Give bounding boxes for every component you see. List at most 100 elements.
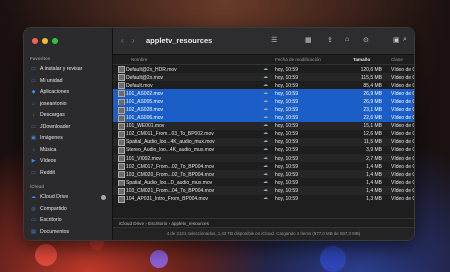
icloud-status-icon: ☁ [263,73,268,80]
file-date: hoy, 10:59 [275,74,298,81]
file-row[interactable]: Stereo_Audio_loo...4K_audio_mux.mov ☁ hoy,… [113,146,414,155]
file-date: hoy, 10:59 [275,106,298,113]
zoom-button[interactable] [52,38,58,44]
list-view-icon[interactable]: ☰ [271,36,277,44]
folder-icon: ▭ [31,123,36,130]
file-date: hoy, 10:59 [275,139,298,146]
file-kind: Vídeo de QT [391,196,414,202]
file-name: Spatial_Audio_loo...D_audio_mux.mov [126,179,213,186]
color-tag-icon[interactable]: ▣ [393,36,400,44]
video-file-icon [118,195,125,203]
file-size: 26,9 MB [363,90,382,97]
sidebar-item-label: JDownloader [40,123,71,130]
file-name: Default.mov [126,82,153,89]
file-kind: Vídeo de QT [391,155,414,162]
sidebar-item-escritorio[interactable]: ▭ Escritorio [30,215,108,225]
close-button[interactable] [32,38,38,44]
document-icon: ▤ [31,228,36,235]
share-icon[interactable]: ⇪ [327,36,333,44]
icloud-status-icon: ☁ [263,138,268,145]
sidebar-item-label: A instalar y revisar [40,66,83,72]
file-name: Default@2x.mov [126,74,164,81]
sidebar-item-icloud-drive[interactable]: ☁ iCloud Drive [30,192,108,202]
column-name[interactable]: Nombre [131,57,147,62]
file-row[interactable]: 102_CM017_From...02_To_BP004.mov ☁ hoy, 10… [113,162,414,171]
sidebar-item-aplicaciones[interactable]: ◆ Aplicaciones [30,87,108,97]
group-icon[interactable]: ▦ [305,36,312,44]
column-kind[interactable]: Clase [391,57,403,62]
sidebar-item-vídeos[interactable]: ▶ Vídeos [30,156,108,166]
file-row[interactable]: Default.mov ☁ hoy, 10:59 85,4 MB Vídeo de QT [113,81,414,90]
file-kind: Vídeo de QT [391,90,414,97]
file-kind: Vídeo de QT [391,171,414,178]
more-actions-icon[interactable]: ⊙ [363,36,369,44]
icloud-status-icon: ☁ [263,130,268,137]
sidebar-item-compartido[interactable]: ◎ Compartido [30,204,108,214]
download-icon: ↓ [32,112,35,118]
sidebar-item-mi-unidad[interactable]: ▭ Mi unidad [30,76,108,86]
file-name: Spatial_Audio_loo...4K_audio_mux.mov [126,139,215,146]
file-size: 120,6 MB [360,66,382,73]
sidebar-item-label: Imágenes [40,135,63,141]
file-row[interactable]: 103_CM020_From...02_To_BP004.mov ☁ hoy, 10… [113,170,414,179]
home-icon: ⌂ [31,100,36,107]
image-icon: ▣ [31,135,36,141]
sidebar-item-música[interactable]: ♪ Música [30,145,108,155]
file-date: hoy, 10:59 [275,131,298,138]
sidebar-item-a-instalar-y-revisar[interactable]: ▭ A instalar y revisar [30,64,108,74]
sidebar-item-jdownloader[interactable]: ▭ JDownloader [30,122,108,132]
file-date: hoy, 10:59 [275,171,298,178]
file-kind: Vídeo de QT [391,123,414,130]
file-row[interactable]: 104_AP031_Intro_From_BP004.mov ☁ hoy, 10:5… [113,195,414,203]
file-row[interactable]: Spatial_Audio_loo...D_audio_mux.mov ☁ hoy,… [113,178,414,187]
icloud-status-icon: ☁ [263,178,268,185]
sidebar-item-documentos[interactable]: ▤ Documentos [30,227,108,237]
path-segment[interactable]: appletv_resources [171,221,209,226]
sidebar-item-imágenes[interactable]: ▣ Imágenes [30,133,108,143]
path-segment[interactable]: iCloud Drive [119,221,144,226]
sidebar-item-joseantonio[interactable]: ⌂ joseantonio [30,99,108,109]
file-row[interactable]: Spatial_Audio_loo...4K_audio_mux.mov ☁ hoy… [113,137,414,147]
file-kind: Vídeo de QT [391,147,414,154]
icloud-status-icon: ☁ [263,162,268,169]
file-row[interactable]: 102_AS028.mov ☁ hoy, 10:59 23,1 MB Vídeo de … [113,105,414,114]
tag-icon[interactable]: ⌂ [345,36,349,43]
file-row[interactable]: Default@2x_HDR.mov ☁ hoy, 10:59 120,6 MB Víd… [113,65,414,74]
file-row[interactable]: 101_WE001.mov ☁ hoy, 10:59 15,1 MB Vídeo de … [113,121,414,130]
file-size: 11,5 MB [363,139,382,146]
file-date: hoy, 10:59 [275,90,298,97]
file-kind: Vídeo de QT [391,179,414,186]
search-icon[interactable]: ⌕ [403,36,407,44]
file-row[interactable]: 101_VI002.mov ☁ hoy, 10:59 2,7 MB Vídeo de Q… [113,154,414,163]
file-row[interactable]: 103_CM021_From...04_To_BP004.mov ☁ hoy, 10… [113,186,414,195]
path-segment[interactable]: Escritorio [148,221,167,226]
finder-window: Favoritos ▭ A instalar y revisar ▭ Mi unida… [23,27,415,241]
file-size: 1,4 MB [366,163,382,170]
file-kind: Vídeo de QT [391,163,414,170]
file-row[interactable]: Default@2x.mov ☁ hoy, 10:59 115,5 MB Vídeo d… [113,73,414,82]
file-row[interactable]: 102_CM011_From...03_To_BP002.mov ☁ hoy, 10… [113,130,414,138]
file-date: hoy, 10:59 [275,179,298,186]
column-date[interactable]: Fecha de modificación [275,57,321,62]
file-kind: Vídeo de QT [391,187,414,194]
back-forward-buttons[interactable]: ‹ › [121,36,138,45]
icloud-status-icon: ☁ [263,65,268,72]
sync-progress-icon [101,194,106,200]
icloud-status-icon: ☁ [263,146,268,153]
file-size: 22,6 MB [363,115,382,122]
toolbar: ‹ › appletv_resources ☰ ▦ ⇪ ⌂ ⊙ ▣ ⌕ [113,28,414,55]
icloud-status-icon: ☁ [263,186,268,193]
sidebar-item-descargas[interactable]: ↓ Descargas [30,110,108,120]
file-row[interactable]: 101_AS006.mov ☁ hoy, 10:59 22,6 MB Vídeo de … [113,113,414,122]
sidebar-item-reddit[interactable]: ▭ Reddit [30,168,108,178]
file-name: 102_CM017_From...02_To_BP004.mov [126,163,215,170]
minimize-button[interactable] [42,38,48,44]
main-pane: ‹ › appletv_resources ☰ ▦ ⇪ ⌂ ⊙ ▣ ⌕ Nomb… [113,28,414,240]
desktop-icon: ▭ [31,217,36,223]
column-size[interactable]: Tamaño [353,57,370,62]
window-title: appletv_resources [146,36,213,45]
file-name: 102_AS028.mov [126,106,163,113]
file-row[interactable]: 101_AS005.mov ☁ hoy, 10:59 26,9 MB Vídeo de … [113,97,414,106]
file-row[interactable]: 101_AS002.mov ☁ hoy, 10:59 26,9 MB Vídeo de … [113,89,414,98]
icloud-status-icon: ☁ [263,97,268,104]
